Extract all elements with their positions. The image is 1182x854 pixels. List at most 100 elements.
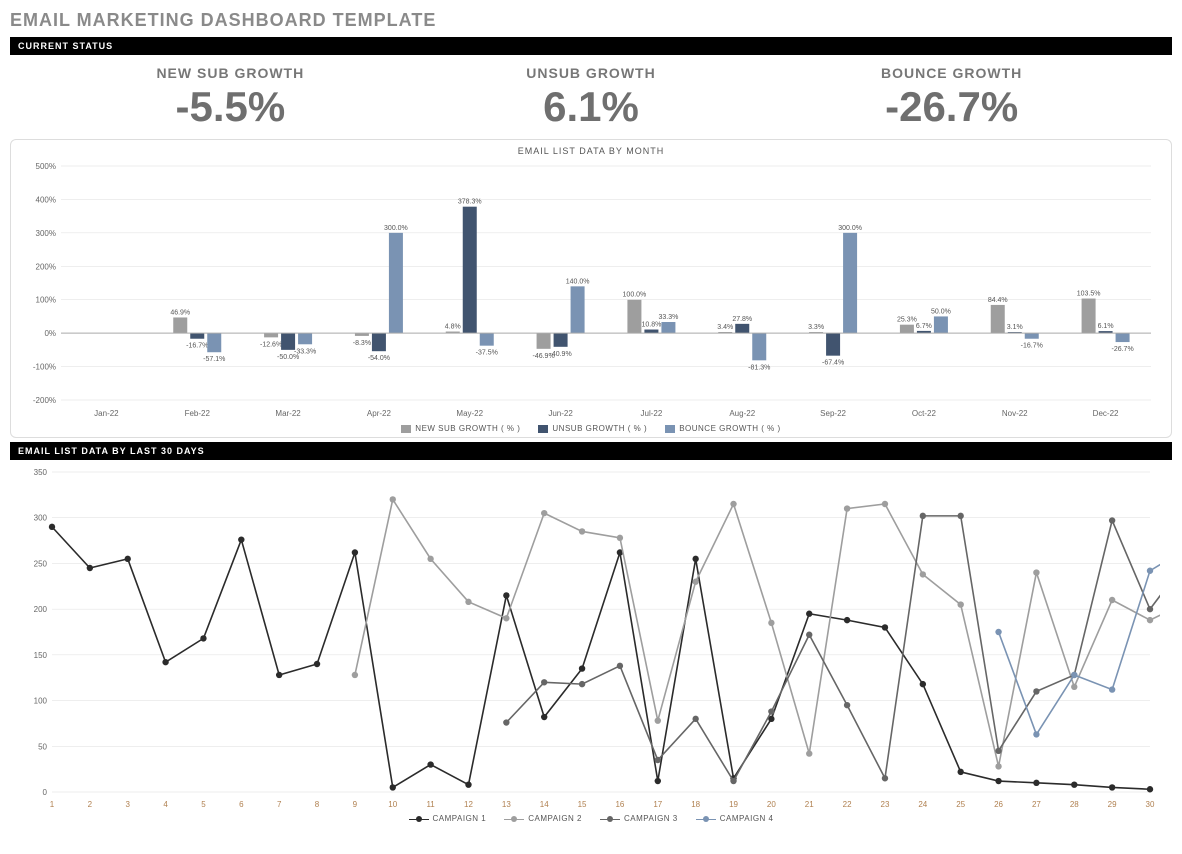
svg-text:250: 250 (34, 559, 48, 568)
svg-text:22: 22 (843, 800, 852, 809)
svg-text:Apr-22: Apr-22 (367, 409, 392, 418)
legend-last30: CAMPAIGN 1CAMPAIGN 2CAMPAIGN 3CAMPAIGN 4 (20, 812, 1162, 823)
chart-monthly-title: EMAIL LIST DATA BY MONTH (21, 146, 1161, 156)
svg-text:46.9%: 46.9% (170, 309, 190, 316)
svg-text:33.3%: 33.3% (658, 314, 678, 321)
svg-text:6.7%: 6.7% (916, 323, 932, 330)
svg-text:26: 26 (994, 800, 1003, 809)
svg-text:25: 25 (956, 800, 965, 809)
svg-text:Mar-22: Mar-22 (275, 409, 301, 418)
svg-text:-33.3%: -33.3% (294, 348, 316, 355)
svg-text:300.0%: 300.0% (838, 225, 862, 232)
svg-text:13: 13 (502, 800, 511, 809)
svg-text:0%: 0% (44, 329, 56, 338)
svg-text:Jun-22: Jun-22 (548, 409, 573, 418)
svg-text:378.3%: 378.3% (458, 199, 482, 206)
svg-text:350: 350 (34, 468, 48, 477)
svg-text:12: 12 (464, 800, 473, 809)
svg-text:11: 11 (426, 800, 435, 809)
chart-last30: 0501001502002503003501234567891011121314… (20, 464, 1160, 812)
svg-text:Jan-22: Jan-22 (94, 409, 119, 418)
status-unsub: UNSUB GROWTH 6.1% (451, 65, 731, 131)
svg-text:7: 7 (277, 800, 282, 809)
svg-text:150: 150 (34, 651, 48, 660)
svg-text:17: 17 (653, 800, 662, 809)
svg-text:27: 27 (1032, 800, 1041, 809)
svg-text:28: 28 (1070, 800, 1079, 809)
svg-text:4.8%: 4.8% (445, 324, 461, 331)
svg-text:5: 5 (201, 800, 206, 809)
svg-text:400%: 400% (36, 195, 56, 204)
status-value: -5.5% (90, 83, 370, 131)
status-value: -26.7% (812, 83, 1092, 131)
svg-text:100.0%: 100.0% (623, 292, 647, 299)
svg-text:3: 3 (125, 800, 130, 809)
section-header-status: CURRENT STATUS (10, 37, 1172, 55)
status-row: NEW SUB GROWTH -5.5% UNSUB GROWTH 6.1% B… (10, 59, 1172, 139)
svg-text:Aug-22: Aug-22 (729, 409, 755, 418)
svg-text:4: 4 (163, 800, 168, 809)
svg-text:103.5%: 103.5% (1077, 291, 1101, 298)
status-label: UNSUB GROWTH (451, 65, 731, 81)
svg-text:140.0%: 140.0% (566, 278, 590, 285)
svg-text:24: 24 (918, 800, 927, 809)
status-bounce: BOUNCE GROWTH -26.7% (812, 65, 1092, 131)
svg-text:300: 300 (34, 514, 48, 523)
svg-text:50.0%: 50.0% (931, 308, 951, 315)
svg-text:May-22: May-22 (456, 409, 483, 418)
svg-text:3.4%: 3.4% (717, 324, 733, 331)
chart-monthly-frame: EMAIL LIST DATA BY MONTH -200% -100% 0% 100… (10, 139, 1172, 438)
svg-text:Sep-22: Sep-22 (820, 409, 846, 418)
svg-text:-200%: -200% (33, 396, 56, 405)
svg-text:-16.7%: -16.7% (1021, 343, 1043, 350)
svg-text:6.1%: 6.1% (1098, 323, 1114, 330)
svg-text:300.0%: 300.0% (384, 225, 408, 232)
svg-text:-40.9%: -40.9% (549, 351, 571, 358)
svg-text:16: 16 (615, 800, 624, 809)
svg-text:100%: 100% (36, 296, 56, 305)
svg-text:1: 1 (50, 800, 55, 809)
svg-text:50: 50 (38, 742, 47, 751)
svg-text:-37.5%: -37.5% (476, 350, 498, 357)
status-label: BOUNCE GROWTH (812, 65, 1092, 81)
svg-text:21: 21 (805, 800, 814, 809)
svg-text:18: 18 (691, 800, 700, 809)
svg-text:-16.7%: -16.7% (186, 343, 208, 350)
svg-text:10.8%: 10.8% (641, 322, 661, 329)
svg-text:6: 6 (239, 800, 244, 809)
svg-text:3.1%: 3.1% (1007, 324, 1023, 331)
svg-text:200: 200 (34, 605, 48, 614)
svg-text:500%: 500% (36, 162, 56, 171)
svg-text:15: 15 (578, 800, 587, 809)
svg-text:9: 9 (353, 800, 358, 809)
svg-text:3.3%: 3.3% (808, 324, 824, 331)
svg-text:14: 14 (540, 800, 549, 809)
svg-text:300%: 300% (36, 229, 56, 238)
svg-text:-100%: -100% (33, 363, 56, 372)
status-new-sub: NEW SUB GROWTH -5.5% (90, 65, 370, 131)
svg-text:Oct-22: Oct-22 (912, 409, 937, 418)
svg-text:0: 0 (43, 788, 48, 797)
svg-text:25.3%: 25.3% (897, 317, 917, 324)
section-header-last30: EMAIL LIST DATA BY LAST 30 DAYS (10, 442, 1172, 460)
status-label: NEW SUB GROWTH (90, 65, 370, 81)
svg-text:Dec-22: Dec-22 (1093, 409, 1119, 418)
svg-text:29: 29 (1108, 800, 1117, 809)
svg-text:Jul-22: Jul-22 (641, 409, 663, 418)
svg-text:Nov-22: Nov-22 (1002, 409, 1028, 418)
svg-text:-57.1%: -57.1% (203, 356, 225, 363)
svg-text:Feb-22: Feb-22 (185, 409, 211, 418)
page-title: EMAIL MARKETING DASHBOARD TEMPLATE (10, 10, 1172, 31)
status-value: 6.1% (451, 83, 731, 131)
svg-text:200%: 200% (36, 262, 56, 271)
svg-text:23: 23 (881, 800, 890, 809)
svg-text:20: 20 (767, 800, 776, 809)
svg-text:100: 100 (34, 697, 48, 706)
legend-monthly: NEW SUB GROWTH ( % )UNSUB GROWTH ( % )BO… (21, 422, 1161, 433)
chart-monthly: -200% -100% 0% 100% 200% 300% 400% 500% Jan-22 Fe… (21, 158, 1161, 422)
chart-last30-frame: 0501001502002503003501234567891011121314… (10, 464, 1172, 823)
svg-text:-26.7%: -26.7% (1111, 346, 1133, 353)
svg-text:84.4%: 84.4% (988, 297, 1008, 304)
svg-text:8: 8 (315, 800, 320, 809)
svg-text:30: 30 (1146, 800, 1155, 809)
